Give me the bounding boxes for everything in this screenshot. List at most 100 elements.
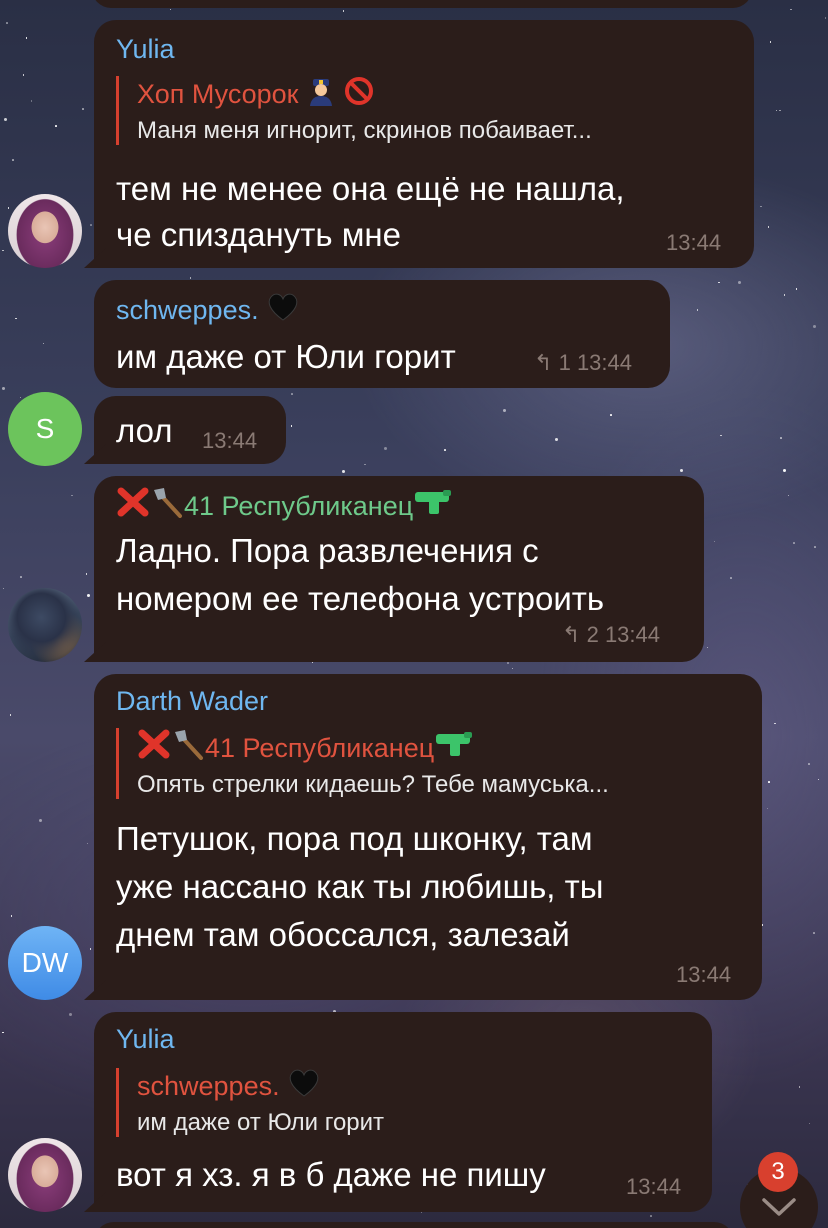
star	[1, 387, 5, 391]
star	[790, 8, 792, 11]
star	[82, 108, 84, 110]
star	[780, 437, 782, 439]
black-heart-icon	[287, 1068, 321, 1105]
reply-quote[interactable]: Хоп Мусорок Маня меня игнорит, скринов п…	[116, 76, 592, 145]
star	[9, 714, 12, 716]
star	[503, 409, 507, 413]
star	[798, 1086, 801, 1088]
reply-quote[interactable]: 41 Республиканец Опять стрелки кидаешь? …	[116, 728, 609, 799]
star	[720, 434, 722, 437]
star	[680, 468, 684, 472]
star	[713, 540, 716, 543]
reply-quote[interactable]: schweppes. им даже от Юли горит	[116, 1068, 384, 1137]
star	[783, 468, 787, 472]
message-text-line: номером ее телефона устроить	[116, 580, 605, 617]
water-pistol-icon	[434, 728, 474, 767]
message-bubble[interactable]: schweppes. им даже от Юли горит ↰ 1 13:4…	[94, 280, 670, 388]
prohibited-icon	[344, 76, 374, 113]
message-text-line: им даже от Юли горит	[116, 338, 456, 375]
message-time: 13:44	[576, 350, 632, 375]
axe-icon	[150, 486, 184, 525]
message-text-line: вот я хз. я в б даже не пишу	[116, 1156, 546, 1193]
star	[787, 494, 790, 497]
star	[290, 425, 293, 427]
star	[55, 125, 57, 127]
sender-name[interactable]: Yulia	[116, 34, 175, 65]
message-meta: ↰ 2 13:44	[562, 622, 660, 648]
avatar[interactable]	[8, 194, 82, 268]
star	[812, 324, 816, 328]
star	[6, 22, 8, 24]
star	[15, 317, 17, 320]
message-time: 13:44	[676, 962, 732, 987]
star	[342, 10, 344, 12]
sender-name[interactable]: Darth Wader	[116, 686, 268, 717]
star	[2, 587, 4, 590]
sender-name[interactable]: Yulia	[116, 1024, 175, 1055]
avatar[interactable]: S	[8, 392, 82, 466]
star	[774, 722, 776, 725]
sender-name[interactable]: schweppes.	[116, 292, 300, 329]
star	[90, 224, 92, 226]
star	[730, 577, 732, 579]
star	[85, 573, 88, 575]
water-pistol-icon	[413, 486, 453, 525]
reply-arrow-icon: ↰	[534, 350, 553, 375]
star	[760, 205, 762, 208]
star	[813, 932, 815, 934]
message-text-line: че спиздануть мне	[116, 216, 401, 253]
star	[766, 807, 769, 810]
star	[718, 281, 720, 284]
avatar[interactable]	[8, 588, 82, 662]
star	[795, 288, 798, 290]
reply-text: Маня меня игнорит, скринов побаивает...	[137, 117, 592, 144]
star	[706, 646, 709, 649]
reply-sender-name: schweppes.	[137, 1068, 384, 1105]
star	[2, 1031, 4, 1034]
star	[767, 226, 770, 228]
message-bubble[interactable]: Yulia Хоп Мусорок Маня меня игнорит, скр…	[94, 20, 754, 268]
star	[444, 449, 446, 451]
reply-count: 1	[558, 350, 571, 375]
star	[769, 41, 772, 43]
message-text-line: уже нассано как ты любишь, ты	[116, 868, 604, 905]
star	[793, 542, 795, 544]
message-text-line: днем там обоссался, залезай	[116, 916, 570, 953]
reply-sender-name: 41 Республиканец	[137, 728, 609, 767]
message-bubble[interactable]: лол 13:44	[94, 396, 286, 464]
star	[311, 661, 314, 664]
star	[19, 396, 22, 399]
star	[12, 159, 14, 161]
unread-count-badge[interactable]: 3	[758, 1152, 798, 1192]
star	[364, 463, 366, 466]
reply-count: 2	[586, 622, 599, 647]
message-time: 13:44	[604, 622, 660, 647]
star	[511, 667, 514, 670]
star	[42, 342, 45, 345]
message-bubble[interactable]: Yulia schweppes. им даже от Юли горит во…	[94, 1012, 712, 1212]
star	[4, 117, 8, 121]
star	[775, 109, 778, 112]
message-time: 13:44	[202, 428, 258, 453]
star	[20, 576, 22, 578]
cross-mark-icon	[116, 486, 150, 525]
star	[696, 309, 699, 311]
star	[86, 842, 89, 845]
star	[808, 763, 810, 765]
message-bubble[interactable]: 41 Республиканец Ладно. Пора развлечения…	[94, 476, 704, 662]
star	[7, 207, 10, 209]
sender-name[interactable]: 41 Республиканец	[116, 486, 453, 525]
reply-text: им даже от Юли горит	[137, 1109, 385, 1136]
star	[507, 662, 509, 664]
avatar[interactable]: DW	[8, 926, 82, 1000]
message-bubble[interactable]: Darth Wader 41 Республиканец Опять стрел…	[94, 674, 762, 1000]
message-text-line: лол	[116, 412, 173, 449]
star	[71, 494, 73, 497]
star	[650, 1215, 652, 1217]
axe-icon	[171, 728, 205, 767]
star	[25, 37, 28, 39]
avatar[interactable]	[8, 1138, 82, 1212]
police-officer-icon	[306, 76, 336, 113]
message-text-line: тем не менее она ещё не нашла,	[116, 170, 625, 207]
message-meta: ↰ 1 13:44	[534, 350, 632, 376]
